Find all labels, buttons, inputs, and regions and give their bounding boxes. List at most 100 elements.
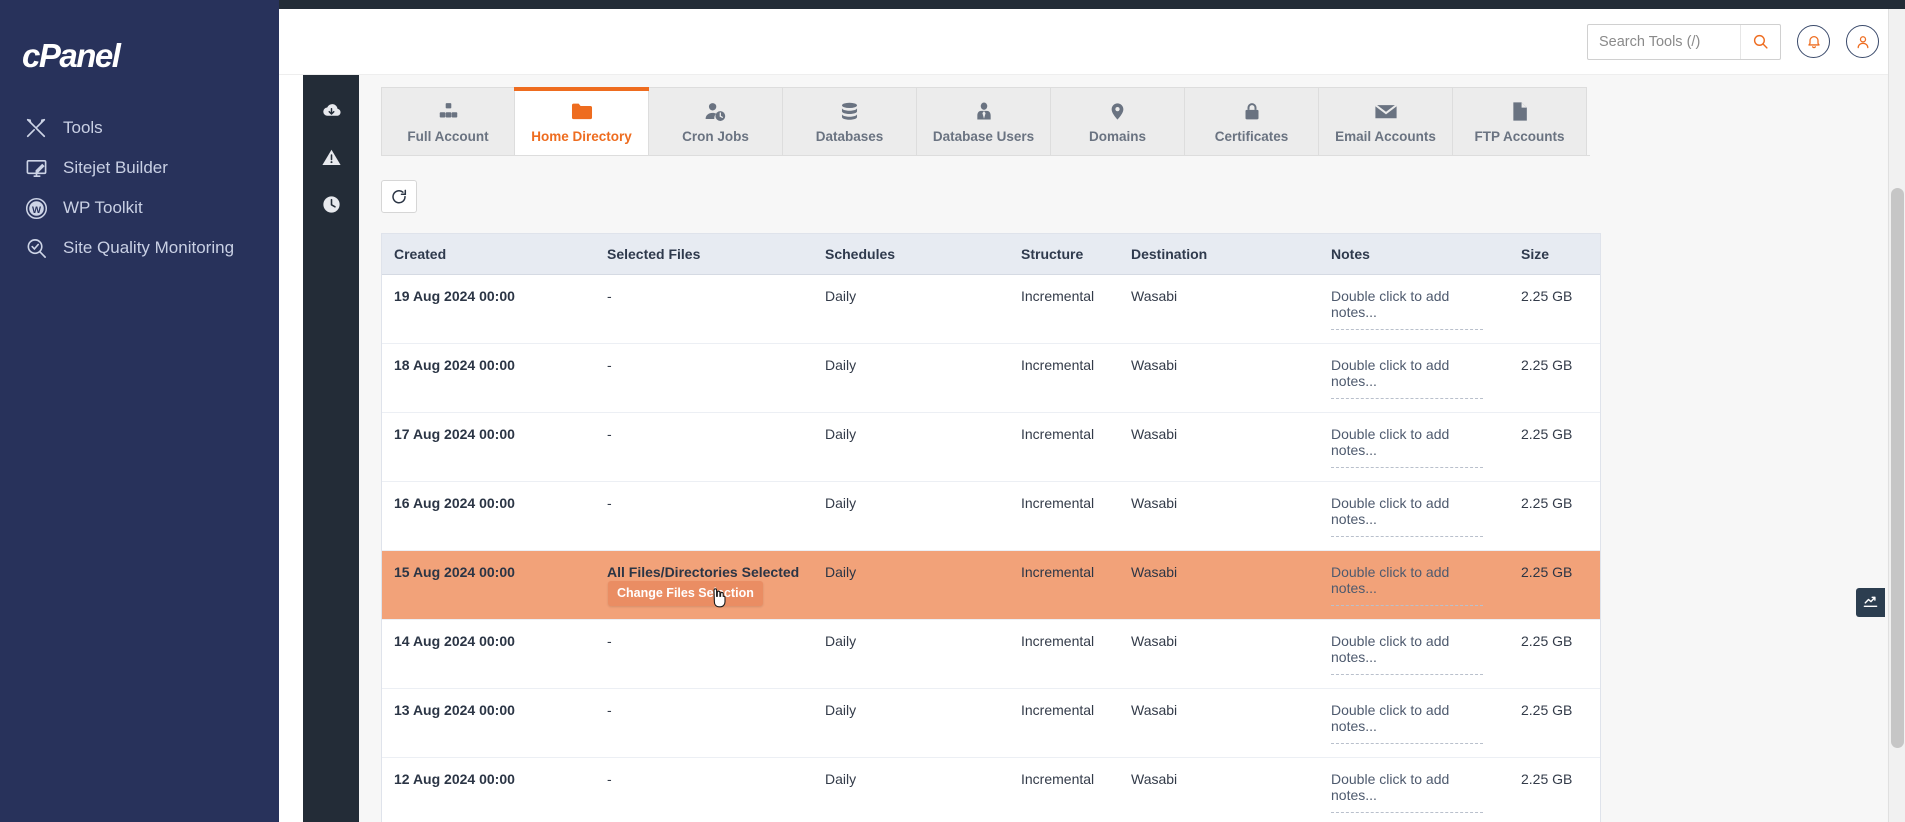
search-box[interactable] xyxy=(1587,23,1781,60)
selected-files-wrapper[interactable]: All Files/Directories Selected Change Fil… xyxy=(607,564,813,608)
cubes-icon xyxy=(437,99,460,122)
selected-files-text: - xyxy=(607,633,612,649)
notes-placeholder[interactable]: Double click to add notes... xyxy=(1331,495,1483,537)
cell-notes[interactable]: Double click to add notes... xyxy=(1319,619,1509,689)
sidebar-item-tools[interactable]: Tools xyxy=(0,108,279,148)
table-row[interactable]: 16 Aug 2024 00:00- Daily Incremental Wasabi… xyxy=(382,481,1600,551)
column-header-schedules[interactable]: Schedules xyxy=(813,234,1009,275)
cell-destination: Wasabi xyxy=(1119,619,1319,689)
tab-label: Database Users xyxy=(932,129,1035,144)
selected-files-wrapper[interactable]: - xyxy=(607,771,813,787)
sidebar-item-wp-toolkit[interactable]: W WP Toolkit xyxy=(0,188,279,228)
main-content: Full Account Home Directory Cron Jobs Da… xyxy=(359,75,1887,822)
notes-placeholder[interactable]: Double click to add notes... xyxy=(1331,564,1483,606)
cell-size: 2.25 GB xyxy=(1509,481,1600,551)
cell-selected-files[interactable]: All Files/Directories Selected Change Fil… xyxy=(595,550,813,620)
tab-database-users[interactable]: Database Users xyxy=(917,87,1051,155)
column-header-selected-files[interactable]: Selected Files xyxy=(595,234,813,275)
tab-email-accounts[interactable]: Email Accounts xyxy=(1319,87,1453,155)
tab-cron-jobs[interactable]: Cron Jobs xyxy=(649,87,783,155)
tab-certificates[interactable]: Certificates xyxy=(1185,87,1319,155)
cell-created: 15 Aug 2024 00:00 xyxy=(382,550,595,620)
tab-label: FTP Accounts xyxy=(1474,129,1565,144)
search-icon[interactable] xyxy=(1740,24,1780,59)
notes-placeholder[interactable]: Double click to add notes... xyxy=(1331,702,1483,744)
cell-selected-files[interactable]: - xyxy=(595,274,813,344)
cell-created: 16 Aug 2024 00:00 xyxy=(382,481,595,551)
backups-table-container: Created Selected Files Schedules Structu… xyxy=(381,233,1601,822)
table-row[interactable]: 19 Aug 2024 00:00- Daily Incremental Wasabi… xyxy=(382,274,1600,344)
column-header-destination[interactable]: Destination xyxy=(1119,234,1319,275)
notes-placeholder[interactable]: Double click to add notes... xyxy=(1331,426,1483,468)
sidebar-item-label: Tools xyxy=(63,118,103,137)
clock-history-icon[interactable] xyxy=(303,181,359,228)
main-sidebar: cPanel Tools Sitejet Builder W WP Toolki… xyxy=(0,0,279,822)
column-header-notes[interactable]: Notes xyxy=(1319,234,1509,275)
cell-size: 2.25 GB xyxy=(1509,757,1600,822)
table-row[interactable]: 14 Aug 2024 00:00- Daily Incremental Wasabi… xyxy=(382,619,1600,689)
selected-files-wrapper[interactable]: - xyxy=(607,633,813,649)
cell-notes[interactable]: Double click to add notes... xyxy=(1319,550,1509,620)
cell-notes[interactable]: Double click to add notes... xyxy=(1319,481,1509,551)
cpanel-backup-page: cPanel Tools Sitejet Builder W WP Toolki… xyxy=(0,0,1905,822)
cell-notes[interactable]: Double click to add notes... xyxy=(1319,343,1509,413)
cell-notes[interactable]: Double click to add notes... xyxy=(1319,274,1509,344)
analytics-float-button[interactable] xyxy=(1856,588,1885,617)
cell-selected-files[interactable]: - xyxy=(595,343,813,413)
selected-files-wrapper[interactable]: - xyxy=(607,426,813,442)
svg-text:cPanel: cPanel xyxy=(22,37,122,74)
cell-schedule: Daily xyxy=(813,343,1009,413)
folder-icon xyxy=(569,99,595,122)
table-row[interactable]: 17 Aug 2024 00:00- Daily Incremental Wasabi… xyxy=(382,412,1600,482)
column-header-size[interactable]: Size xyxy=(1509,234,1600,275)
selected-files-wrapper[interactable]: - xyxy=(607,357,813,373)
selected-files-wrapper[interactable]: - xyxy=(607,702,813,718)
warning-triangle-icon[interactable] xyxy=(303,134,359,181)
cell-selected-files[interactable]: - xyxy=(595,412,813,482)
account-button[interactable] xyxy=(1846,25,1879,58)
sidebar-item-site-quality-monitoring[interactable]: Site Quality Monitoring xyxy=(0,228,279,268)
cell-structure: Incremental xyxy=(1009,343,1119,413)
notes-placeholder[interactable]: Double click to add notes... xyxy=(1331,633,1483,675)
cpanel-logo[interactable]: cPanel xyxy=(22,34,212,80)
page-scrollbar-thumb[interactable] xyxy=(1891,188,1904,748)
table-row[interactable]: 18 Aug 2024 00:00- Daily Incremental Wasabi… xyxy=(382,343,1600,413)
tab-databases[interactable]: Databases xyxy=(783,87,917,155)
cell-size: 2.25 GB xyxy=(1509,274,1600,344)
selected-files-text: - xyxy=(607,288,612,304)
selected-files-wrapper[interactable]: - xyxy=(607,495,813,511)
column-header-structure[interactable]: Structure xyxy=(1009,234,1119,275)
column-header-created[interactable]: Created xyxy=(382,234,595,275)
notes-placeholder[interactable]: Double click to add notes... xyxy=(1331,288,1483,330)
cloud-download-icon[interactable] xyxy=(303,87,359,134)
table-row[interactable]: 12 Aug 2024 00:00- Daily Incremental Wasabi… xyxy=(382,757,1600,822)
selected-files-wrapper[interactable]: - xyxy=(607,288,813,304)
cell-notes[interactable]: Double click to add notes... xyxy=(1319,412,1509,482)
search-input[interactable] xyxy=(1588,24,1740,59)
cell-notes[interactable]: Double click to add notes... xyxy=(1319,757,1509,822)
tab-domains[interactable]: Domains xyxy=(1051,87,1185,155)
cell-selected-files[interactable]: - xyxy=(595,481,813,551)
cell-size: 2.25 GB xyxy=(1509,343,1600,413)
cell-structure: Incremental xyxy=(1009,481,1119,551)
cell-structure: Incremental xyxy=(1009,619,1119,689)
tab-full-account[interactable]: Full Account xyxy=(381,87,515,155)
table-row[interactable]: 15 Aug 2024 00:00 All Files/Directories S… xyxy=(382,550,1600,620)
table-row[interactable]: 13 Aug 2024 00:00- Daily Incremental Wasabi… xyxy=(382,688,1600,758)
tab-ftp-accounts[interactable]: FTP Accounts xyxy=(1453,87,1587,155)
notes-placeholder[interactable]: Double click to add notes... xyxy=(1331,357,1483,399)
page-scrollbar[interactable] xyxy=(1888,9,1905,822)
cell-created: 13 Aug 2024 00:00 xyxy=(382,688,595,758)
sidebar-item-sitejet-builder[interactable]: Sitejet Builder xyxy=(0,148,279,188)
cell-notes[interactable]: Double click to add notes... xyxy=(1319,688,1509,758)
tab-home-directory[interactable]: Home Directory xyxy=(514,87,649,155)
notes-placeholder[interactable]: Double click to add notes... xyxy=(1331,771,1483,813)
cell-selected-files[interactable]: - xyxy=(595,688,813,758)
utility-tool-strip xyxy=(303,60,359,822)
cell-destination: Wasabi xyxy=(1119,481,1319,551)
refresh-button[interactable] xyxy=(381,180,417,213)
cell-size: 2.25 GB xyxy=(1509,412,1600,482)
cell-selected-files[interactable]: - xyxy=(595,619,813,689)
cell-selected-files[interactable]: - xyxy=(595,757,813,822)
notifications-button[interactable] xyxy=(1797,25,1830,58)
